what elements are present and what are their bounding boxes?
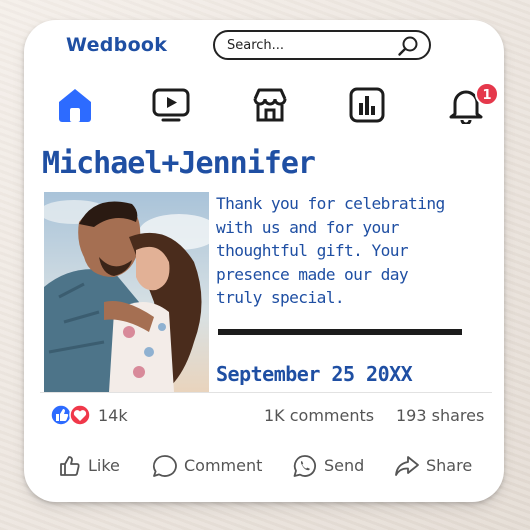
post-title: Michael+Jennifer bbox=[42, 146, 316, 181]
whatsapp-icon bbox=[293, 455, 316, 477]
message-line: Thank you for celebrating bbox=[216, 194, 445, 213]
message-line: presence made our day bbox=[216, 264, 409, 284]
send-button[interactable]: Send bbox=[292, 454, 372, 478]
comment-button[interactable]: Comment bbox=[152, 454, 272, 478]
share-arrow-icon bbox=[395, 456, 419, 476]
message-line: thoughtful gift. Your bbox=[216, 241, 409, 260]
send-label: Send bbox=[324, 456, 365, 475]
comment-icon bbox=[153, 455, 177, 477]
reaction-count[interactable]: 14k bbox=[98, 406, 128, 425]
notification-badge: 1 bbox=[475, 82, 499, 106]
app-logo[interactable]: Wedbook bbox=[66, 34, 167, 56]
store-icon[interactable] bbox=[251, 86, 289, 124]
reaction-icons[interactable] bbox=[50, 404, 96, 426]
couple-photo bbox=[44, 192, 209, 392]
post-message: Thank you for celebrating with us and fo… bbox=[216, 192, 486, 310]
search-input[interactable]: Search... bbox=[213, 30, 431, 60]
divider bbox=[40, 392, 492, 393]
post-date: September 25 20XX bbox=[216, 362, 413, 386]
search-icon[interactable] bbox=[397, 35, 419, 57]
message-line: with us and for your bbox=[216, 217, 400, 237]
search-placeholder: Search... bbox=[227, 38, 285, 53]
message-line: truly special. bbox=[216, 288, 345, 307]
coaster-card: Wedbook Search... 1 Michael+Jennifer Tha… bbox=[24, 20, 504, 502]
chart-icon[interactable] bbox=[348, 86, 386, 124]
share-label: Share bbox=[426, 456, 473, 475]
home-icon[interactable] bbox=[56, 86, 94, 124]
signature-line bbox=[218, 329, 462, 335]
like-button[interactable]: Like bbox=[58, 454, 128, 478]
comment-count[interactable]: 1K comments bbox=[264, 406, 374, 425]
share-count[interactable]: 193 shares bbox=[396, 406, 484, 425]
thumbs-up-icon bbox=[60, 456, 80, 476]
comment-label: Comment bbox=[184, 456, 263, 475]
like-label: Like bbox=[88, 456, 120, 475]
share-button[interactable]: Share bbox=[394, 454, 478, 478]
video-icon[interactable] bbox=[152, 86, 190, 124]
